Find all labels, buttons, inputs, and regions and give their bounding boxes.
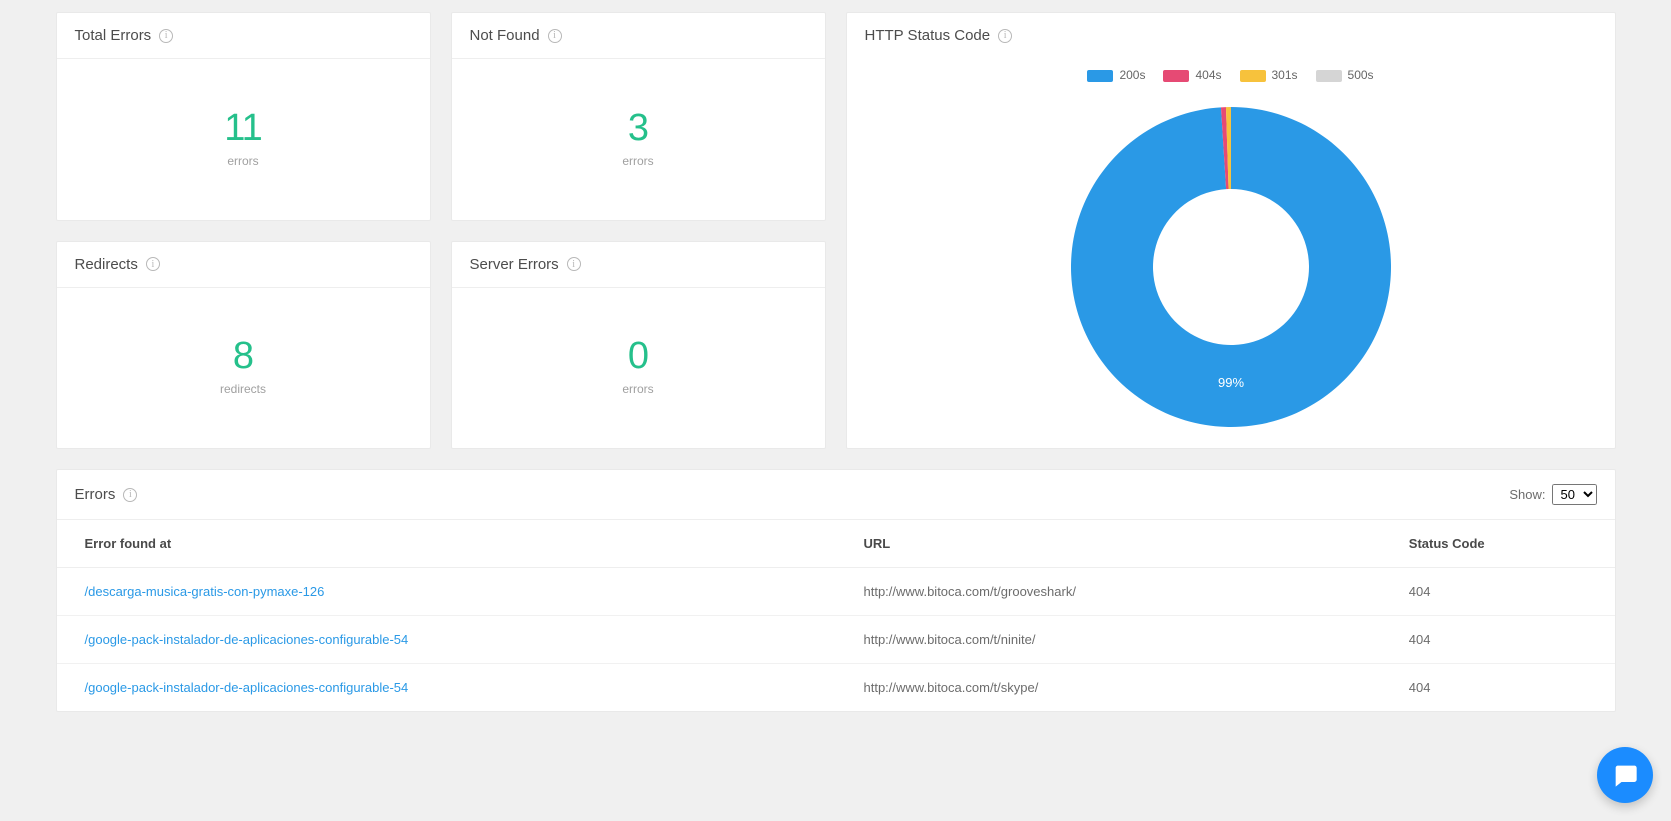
- col-url: URL: [836, 520, 1381, 568]
- card-value: 11: [224, 107, 261, 150]
- show-select[interactable]: 50: [1552, 484, 1597, 505]
- chat-icon: [1611, 761, 1639, 789]
- card-not-found: Not Found i 3 errors: [451, 12, 826, 221]
- error-code: 404: [1381, 664, 1615, 712]
- card-errors-table: Errors i Show: 50 Error found at URL Sta…: [56, 469, 1616, 712]
- card-unit: errors: [227, 154, 258, 168]
- card-title: Not Found: [470, 27, 540, 44]
- svg-text:99%: 99%: [1217, 375, 1243, 390]
- legend-item-404s[interactable]: 404s: [1163, 68, 1221, 82]
- legend-item-500s[interactable]: 500s: [1316, 68, 1374, 82]
- col-status-code: Status Code: [1381, 520, 1615, 568]
- card-unit: redirects: [220, 382, 266, 396]
- card-total-errors: Total Errors i 11 errors: [56, 12, 431, 221]
- card-title: Total Errors: [75, 27, 152, 44]
- legend-item-200s[interactable]: 200s: [1087, 68, 1145, 82]
- card-server-errors: Server Errors i 0 errors: [451, 241, 826, 450]
- card-value: 3: [628, 107, 648, 150]
- chat-fab[interactable]: [1597, 747, 1653, 803]
- error-url: http://www.bitoca.com/t/skype/: [836, 664, 1381, 712]
- info-icon[interactable]: i: [998, 29, 1012, 43]
- card-title: Server Errors: [470, 256, 559, 273]
- card-title: Redirects: [75, 256, 138, 273]
- show-label: Show:: [1509, 487, 1545, 502]
- table-row: /google-pack-instalador-de-aplicaciones-…: [57, 616, 1615, 664]
- chart-title: HTTP Status Code: [865, 27, 991, 44]
- donut-chart: 99%: [1051, 92, 1411, 432]
- card-value: 0: [628, 335, 648, 378]
- table-row: /descarga-musica-gratis-con-pymaxe-126 ht…: [57, 568, 1615, 616]
- error-code: 404: [1381, 568, 1615, 616]
- error-url: http://www.bitoca.com/t/grooveshark/: [836, 568, 1381, 616]
- table-title: Errors: [75, 486, 116, 503]
- error-path-link[interactable]: /google-pack-instalador-de-aplicaciones-…: [85, 680, 409, 695]
- info-icon[interactable]: i: [159, 29, 173, 43]
- card-unit: errors: [622, 382, 653, 396]
- info-icon[interactable]: i: [146, 257, 160, 271]
- card-http-status-chart: HTTP Status Code i 200s 404s 301s 500s 9…: [846, 12, 1616, 449]
- chart-legend: 200s 404s 301s 500s: [857, 68, 1605, 82]
- info-icon[interactable]: i: [123, 488, 137, 502]
- card-unit: errors: [622, 154, 653, 168]
- error-url: http://www.bitoca.com/t/ninite/: [836, 616, 1381, 664]
- error-path-link[interactable]: /google-pack-instalador-de-aplicaciones-…: [85, 632, 409, 647]
- legend-item-301s[interactable]: 301s: [1240, 68, 1298, 82]
- errors-table: Error found at URL Status Code /descarga…: [57, 519, 1615, 711]
- card-redirects: Redirects i 8 redirects: [56, 241, 431, 450]
- error-path-link[interactable]: /descarga-musica-gratis-con-pymaxe-126: [85, 584, 325, 599]
- info-icon[interactable]: i: [548, 29, 562, 43]
- error-code: 404: [1381, 616, 1615, 664]
- table-row: /google-pack-instalador-de-aplicaciones-…: [57, 664, 1615, 712]
- col-error-found-at: Error found at: [57, 520, 836, 568]
- info-icon[interactable]: i: [567, 257, 581, 271]
- card-value: 8: [233, 335, 253, 378]
